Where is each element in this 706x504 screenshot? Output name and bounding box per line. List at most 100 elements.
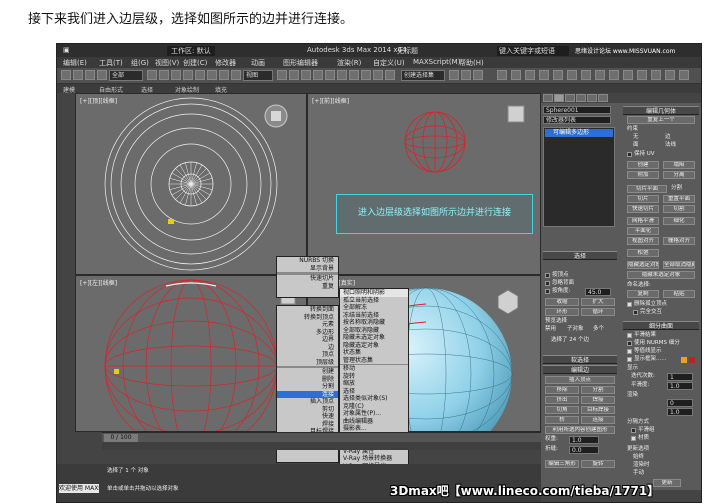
toolbar-tool-icon[interactable]: [171, 70, 181, 80]
split-edge-button[interactable]: 分割: [581, 386, 615, 394]
hide-unselected-button[interactable]: 隐藏未选定对象: [627, 271, 695, 279]
soft-selection-rollout-header[interactable]: 软选择: [543, 355, 617, 364]
keep-uv-checkbox[interactable]: [627, 152, 632, 157]
constraint-edge-radio[interactable]: 边: [665, 134, 671, 141]
delete-isolated-checkbox[interactable]: [627, 302, 632, 307]
quad-menu-item[interactable]: 孤立当前选择: [340, 297, 408, 305]
quad-menu-item[interactable]: 曲线编辑器: [340, 418, 408, 426]
menu-item[interactable]: 帮助(H): [459, 58, 484, 68]
bridge-button[interactable]: 桥: [545, 416, 579, 424]
quad-menu-item[interactable]: 分割: [277, 383, 338, 391]
isoline-display-checkbox[interactable]: [627, 349, 632, 354]
update-render-radio[interactable]: 渲染时: [633, 462, 650, 469]
toolbar-tool-icon[interactable]: [73, 70, 83, 80]
quad-menu-item[interactable]: 转换到面: [277, 306, 338, 314]
smooth-result-checkbox[interactable]: [627, 333, 632, 338]
crease-spinner[interactable]: 0.0: [569, 446, 599, 454]
ring-button[interactable]: 环形: [545, 308, 579, 316]
toolbar-tool-icon[interactable]: [473, 70, 483, 80]
maxscript-listener[interactable]: 欢迎使用 MAXSc: [59, 484, 99, 493]
unhide-all-button[interactable]: 全部取消隐藏: [663, 261, 695, 269]
angle-spinner[interactable]: 45.0: [585, 288, 611, 296]
menu-item[interactable]: 修改器: [215, 58, 236, 68]
toolbar-tool-icon[interactable]: [301, 70, 311, 80]
by-angle-checkbox[interactable]: [545, 289, 550, 294]
edit-geometry-rollout-header[interactable]: 编辑几何体: [623, 106, 699, 115]
toolbar-tool-icon[interactable]: [147, 70, 157, 80]
quad-menu-item[interactable]: 选择: [340, 388, 408, 396]
target-weld-button[interactable]: 目标焊接: [581, 406, 615, 414]
track-bar[interactable]: [102, 442, 541, 450]
toolbar-tool-icon[interactable]: [183, 70, 193, 80]
display-tab-icon[interactable]: [587, 94, 597, 102]
modify-tab-icon[interactable]: [554, 94, 564, 102]
utilities-tab-icon[interactable]: [598, 94, 608, 102]
use-nurms-checkbox[interactable]: [627, 341, 632, 346]
detach-button[interactable]: 分离: [663, 171, 695, 179]
toolbar-tool-icon[interactable]: [231, 70, 241, 80]
weight-spinner[interactable]: 1.0: [569, 436, 599, 444]
viewport-left[interactable]: [+][左][线框]: [75, 275, 307, 432]
toolbar-tool-icon[interactable]: [623, 70, 633, 80]
toolbar-tool-icon[interactable]: [553, 70, 563, 80]
slice-button[interactable]: 切片: [627, 195, 659, 203]
named-selection-dropdown[interactable]: 创建选择集: [401, 70, 445, 81]
quad-menu-item[interactable]: 元素: [277, 321, 338, 329]
hierarchy-tab-icon[interactable]: [565, 94, 575, 102]
workspace-dropdown[interactable]: 工作区: 默认: [167, 46, 215, 56]
grid-align-button[interactable]: 栅格对齐: [663, 237, 695, 245]
toolbar-tool-icon[interactable]: [539, 70, 549, 80]
iterations-spinner[interactable]: 1: [667, 373, 693, 381]
selection-filter-dropdown[interactable]: 全部: [109, 70, 143, 81]
modifier-stack[interactable]: 可编辑多边形: [543, 127, 615, 227]
toolbar-tool-icon[interactable]: [195, 70, 205, 80]
quad-menu-item[interactable]: 重复: [277, 283, 338, 291]
planarize-button[interactable]: 平面化: [627, 227, 659, 235]
search-input[interactable]: 键入关键字或短语: [497, 46, 569, 56]
meshsmooth-button[interactable]: 网格平滑: [627, 217, 659, 225]
smoothness-spinner[interactable]: 1.0: [667, 382, 693, 390]
reset-plane-button[interactable]: 重置平面: [663, 195, 695, 203]
quad-menu-item[interactable]: 状态集: [340, 349, 408, 357]
menu-item[interactable]: 渲染(R): [337, 58, 361, 68]
update-manual-radio[interactable]: 手动: [633, 470, 644, 477]
turn-button[interactable]: 旋转: [581, 460, 615, 468]
quad-menu-item[interactable]: 显示背景: [277, 265, 338, 273]
relax-button[interactable]: 松弛: [627, 249, 659, 257]
menu-item[interactable]: 组(G): [131, 58, 149, 68]
menu-item[interactable]: 工具(T): [99, 58, 123, 68]
hide-selected-button[interactable]: 隐藏选定对象: [627, 261, 659, 269]
quad-menu-item[interactable]: 快速切片: [277, 275, 338, 283]
quad-menu-item[interactable]: 插入顶点: [277, 398, 338, 406]
slice-plane-button[interactable]: 切片平面: [627, 185, 667, 193]
object-name-field[interactable]: Sphere001: [543, 106, 611, 114]
quad-menu-item[interactable]: 剪切: [277, 406, 338, 414]
stack-item-editable-poly[interactable]: 可编辑多边形: [545, 129, 613, 137]
constraint-normal-radio[interactable]: 法线: [665, 142, 676, 149]
constraint-face-radio[interactable]: 面: [633, 142, 639, 149]
quad-menu-item[interactable]: 焊接: [277, 421, 338, 429]
by-vertex-checkbox[interactable]: [545, 273, 550, 278]
toolbar-tool-icon[interactable]: [159, 70, 169, 80]
toolbar-tool-icon[interactable]: [277, 70, 287, 80]
quad-menu-item[interactable]: 隐藏未选定对象: [340, 334, 408, 342]
preview-off-radio[interactable]: 禁用: [545, 326, 556, 333]
quad-menu-item[interactable]: 隐藏选定对象: [340, 342, 408, 350]
edit-triangulation-button[interactable]: 编辑三角形: [545, 460, 579, 468]
create-tab-icon[interactable]: [543, 94, 553, 102]
insert-vertex-button[interactable]: 插入顶点: [545, 376, 615, 384]
toolbar-tool-icon[interactable]: [525, 70, 535, 80]
toolbar-tool-icon[interactable]: [385, 70, 395, 80]
quad-menu-item[interactable]: 全部取消隐藏: [340, 327, 408, 335]
quad-menu-item-highlighted[interactable]: 连接: [277, 390, 338, 398]
menu-item[interactable]: 创建(C): [183, 58, 207, 68]
extrude-button[interactable]: 挤出: [545, 396, 579, 404]
toolbar-tool-icon[interactable]: [497, 70, 507, 80]
modifier-list-dropdown[interactable]: 修改器列表: [543, 116, 611, 124]
render-smoothness-spinner[interactable]: 1.0: [667, 408, 693, 416]
attach-button[interactable]: 附加: [627, 171, 659, 179]
toolbar-tool-icon[interactable]: [313, 70, 323, 80]
quad-menu-item[interactable]: 快速: [277, 413, 338, 421]
paste-button[interactable]: 粘贴: [663, 290, 695, 298]
menu-item[interactable]: MAXScript(M): [413, 58, 460, 66]
